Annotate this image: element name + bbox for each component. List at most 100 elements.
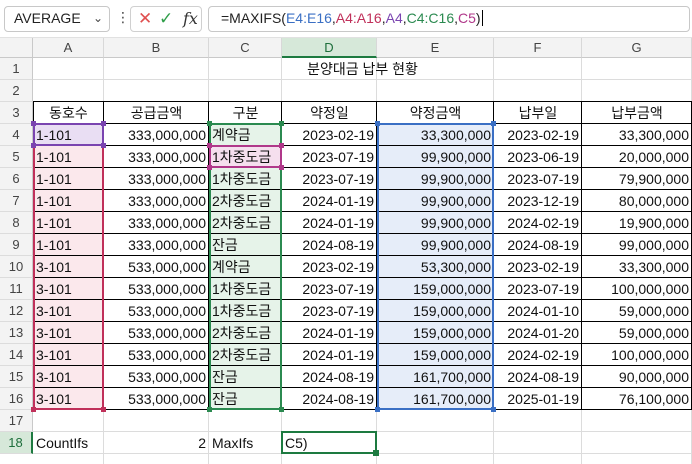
cell-d11[interactable]: 2023-07-19 — [282, 278, 377, 300]
row-header-18[interactable]: 18 — [0, 432, 33, 454]
cell-d4[interactable]: 2023-02-19 — [282, 124, 377, 146]
active-cell-outline[interactable] — [281, 431, 377, 454]
range-outline-a4[interactable] — [33, 123, 104, 146]
range-resize-handle[interactable] — [207, 165, 212, 170]
cell-b11[interactable]: 533,000,000 — [104, 278, 209, 300]
cell-b12[interactable]: 533,000,000 — [104, 300, 209, 322]
range-resize-handle[interactable] — [31, 121, 36, 126]
cell-d6[interactable]: 2023-07-19 — [282, 168, 377, 190]
range-resize-handle[interactable] — [491, 121, 496, 126]
insert-function-icon[interactable]: fx — [183, 9, 198, 28]
cell-f7[interactable]: 2023-12-19 — [494, 190, 582, 212]
cell-f11[interactable]: 2023-07-19 — [494, 278, 582, 300]
cell-g16[interactable]: 76,100,000 — [582, 388, 692, 410]
cell-b13[interactable]: 533,000,000 — [104, 322, 209, 344]
cell-g7[interactable]: 80,000,000 — [582, 190, 692, 212]
range-resize-handle[interactable] — [375, 407, 380, 412]
cell-g3[interactable]: 납부금액 — [582, 102, 692, 124]
cell-d15[interactable]: 2024-08-19 — [282, 366, 377, 388]
cell-d1[interactable]: 분양대금 납부 현황 — [33, 58, 692, 80]
cell-d7[interactable]: 2024-01-19 — [282, 190, 377, 212]
cell-b7[interactable]: 333,000,000 — [104, 190, 209, 212]
name-box[interactable]: AVERAGE ⌄ — [4, 6, 110, 32]
cell-g8[interactable]: 19,900,000 — [582, 212, 692, 234]
column-header-c[interactable]: C — [209, 38, 282, 58]
cell-b18[interactable]: 2 — [104, 432, 209, 454]
range-resize-handle[interactable] — [491, 407, 496, 412]
range-outline-c5[interactable] — [209, 145, 282, 168]
range-resize-handle[interactable] — [101, 407, 106, 412]
cancel-icon[interactable]: ✕ — [138, 9, 152, 29]
cell-f6[interactable]: 2023-07-19 — [494, 168, 582, 190]
enter-icon[interactable]: ✓ — [159, 9, 173, 29]
row-header-2[interactable]: 2 — [0, 80, 33, 102]
column-header-g[interactable]: G — [582, 38, 692, 58]
cell-f12[interactable]: 2024-01-10 — [494, 300, 582, 322]
spreadsheet-grid[interactable]: A B C D E F G 1 분양대금 납부 현황 2 3 동호수 공급금액 구분 약정일 약정금액 납부일 납… — [0, 38, 692, 464]
row-header-12[interactable]: 12 — [0, 300, 33, 322]
cell-g13[interactable]: 59,000,000 — [582, 322, 692, 344]
row-header-5[interactable]: 5 — [0, 146, 33, 168]
cell-g5[interactable]: 20,000,000 — [582, 146, 692, 168]
range-outline-a4-a16[interactable] — [33, 123, 104, 410]
cell-f4[interactable]: 2023-02-19 — [494, 124, 582, 146]
cell-b16[interactable]: 533,000,000 — [104, 388, 209, 410]
column-header-b[interactable]: B — [104, 38, 209, 58]
row-header-6[interactable]: 6 — [0, 168, 33, 190]
row-header-4[interactable]: 4 — [0, 124, 33, 146]
row-header-15[interactable]: 15 — [0, 366, 33, 388]
cell-f15[interactable]: 2024-08-19 — [494, 366, 582, 388]
cell-e3[interactable]: 약정금액 — [377, 102, 494, 124]
row-header-11[interactable]: 11 — [0, 278, 33, 300]
cell-g10[interactable]: 33,300,000 — [582, 256, 692, 278]
cell-d9[interactable]: 2024-08-19 — [282, 234, 377, 256]
cell-f9[interactable]: 2024-08-19 — [494, 234, 582, 256]
cell-b10[interactable]: 533,000,000 — [104, 256, 209, 278]
fill-handle[interactable] — [373, 450, 379, 456]
row-header-7[interactable]: 7 — [0, 190, 33, 212]
range-outline-e4-e16[interactable] — [377, 123, 494, 410]
cell-d8[interactable]: 2024-01-19 — [282, 212, 377, 234]
range-resize-handle[interactable] — [207, 121, 212, 126]
range-resize-handle[interactable] — [101, 121, 106, 126]
cell-f14[interactable]: 2024-02-19 — [494, 344, 582, 366]
range-resize-handle[interactable] — [31, 407, 36, 412]
row-header-10[interactable]: 10 — [0, 256, 33, 278]
cell-b8[interactable]: 333,000,000 — [104, 212, 209, 234]
cell-g6[interactable]: 79,900,000 — [582, 168, 692, 190]
more-options-icon[interactable]: ⋮ — [116, 9, 130, 26]
cell-f16[interactable]: 2025-01-19 — [494, 388, 582, 410]
cell-g14[interactable]: 100,000,000 — [582, 344, 692, 366]
range-resize-handle[interactable] — [31, 143, 36, 148]
row-header-17[interactable]: 17 — [0, 410, 33, 432]
cell-c3[interactable]: 구분 — [209, 102, 282, 124]
row-header-1[interactable]: 1 — [0, 58, 33, 80]
cell-g4[interactable]: 33,300,000 — [582, 124, 692, 146]
row-header-9[interactable]: 9 — [0, 234, 33, 256]
row-header-14[interactable]: 14 — [0, 344, 33, 366]
cell-b15[interactable]: 533,000,000 — [104, 366, 209, 388]
cell-b6[interactable]: 333,000,000 — [104, 168, 209, 190]
cell-f10[interactable]: 2023-02-19 — [494, 256, 582, 278]
column-header-e[interactable]: E — [377, 38, 494, 58]
range-resize-handle[interactable] — [279, 121, 284, 126]
cell-f13[interactable]: 2024-01-20 — [494, 322, 582, 344]
cell-d10[interactable]: 2023-02-19 — [282, 256, 377, 278]
chevron-down-icon[interactable]: ⌄ — [93, 11, 103, 25]
row-header-16[interactable]: 16 — [0, 388, 33, 410]
cell-f8[interactable]: 2024-02-19 — [494, 212, 582, 234]
cell-d12[interactable]: 2023-07-19 — [282, 300, 377, 322]
cell-d13[interactable]: 2024-01-19 — [282, 322, 377, 344]
range-resize-handle[interactable] — [279, 407, 284, 412]
column-header-d[interactable]: D — [282, 38, 377, 58]
row-header-13[interactable]: 13 — [0, 322, 33, 344]
row-header-3[interactable]: 3 — [0, 102, 33, 124]
cell-g9[interactable]: 99,000,000 — [582, 234, 692, 256]
cell-g11[interactable]: 100,000,000 — [582, 278, 692, 300]
cell-g15[interactable]: 90,000,000 — [582, 366, 692, 388]
cell-d14[interactable]: 2024-01-19 — [282, 344, 377, 366]
cell-b4[interactable]: 333,000,000 — [104, 124, 209, 146]
cell-d5[interactable]: 2023-07-19 — [282, 146, 377, 168]
cell-b14[interactable]: 533,000,000 — [104, 344, 209, 366]
range-resize-handle[interactable] — [375, 121, 380, 126]
